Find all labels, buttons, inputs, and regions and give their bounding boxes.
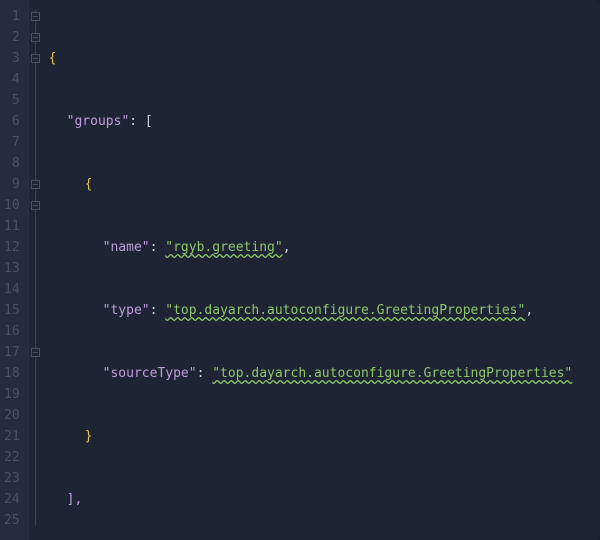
line-number: 18 [4, 363, 20, 384]
line-number: 9 [4, 174, 20, 195]
line-number: 15 [4, 300, 20, 321]
bracket-close: ], [67, 489, 83, 510]
line-number: 6 [4, 111, 20, 132]
line-number: 25 [4, 510, 20, 531]
line-number: 7 [4, 132, 20, 153]
fold-toggle-icon[interactable] [31, 201, 40, 210]
line-number: 11 [4, 216, 20, 237]
sep: : [197, 363, 213, 384]
colon: : [ [129, 111, 152, 132]
line-number: 8 [4, 153, 20, 174]
line-number-gutter: 1 2 3 4 5 6 7 8 9 10 11 12 13 14 15 16 1… [0, 0, 29, 540]
sep: : [150, 300, 166, 321]
brace-close: } [85, 426, 93, 447]
fold-toggle-icon[interactable] [31, 348, 40, 357]
fold-column [29, 0, 43, 540]
json-key: "groups" [67, 111, 130, 132]
line-number: 12 [4, 237, 20, 258]
json-key: "name" [103, 237, 150, 258]
line-number: 23 [4, 468, 20, 489]
line-number: 2 [4, 27, 20, 48]
json-key: "sourceType" [103, 363, 197, 384]
code-editor[interactable]: { "groups": [ { "name": "rgyb.greeting",… [43, 0, 600, 540]
line-number: 3 [4, 48, 20, 69]
brace-open: { [85, 174, 93, 195]
json-string: "rgyb.greeting" [165, 237, 282, 258]
line-number: 19 [4, 384, 20, 405]
line-number: 4 [4, 69, 20, 90]
sep: : [150, 237, 166, 258]
line-number: 16 [4, 321, 20, 342]
line-number: 24 [4, 489, 20, 510]
line-number: 5 [4, 90, 20, 111]
fold-toggle-icon[interactable] [31, 33, 40, 42]
line-number: 13 [4, 258, 20, 279]
line-number: 22 [4, 447, 20, 468]
line-number: 1 [4, 6, 20, 27]
line-number: 14 [4, 279, 20, 300]
comma: , [283, 237, 291, 258]
json-string: "top.dayarch.autoconfigure.GreetingPrope… [165, 300, 525, 321]
brace-open: { [49, 48, 57, 69]
line-number: 10 [4, 195, 20, 216]
line-number: 21 [4, 426, 20, 447]
comma: , [525, 300, 533, 321]
json-string: "top.dayarch.autoconfigure.GreetingPrope… [212, 363, 572, 384]
fold-toggle-icon[interactable] [31, 12, 40, 21]
fold-toggle-icon[interactable] [31, 54, 40, 63]
line-number: 20 [4, 405, 20, 426]
json-key: "type" [103, 300, 150, 321]
line-number: 17 [4, 342, 20, 363]
fold-toggle-icon[interactable] [31, 180, 40, 189]
